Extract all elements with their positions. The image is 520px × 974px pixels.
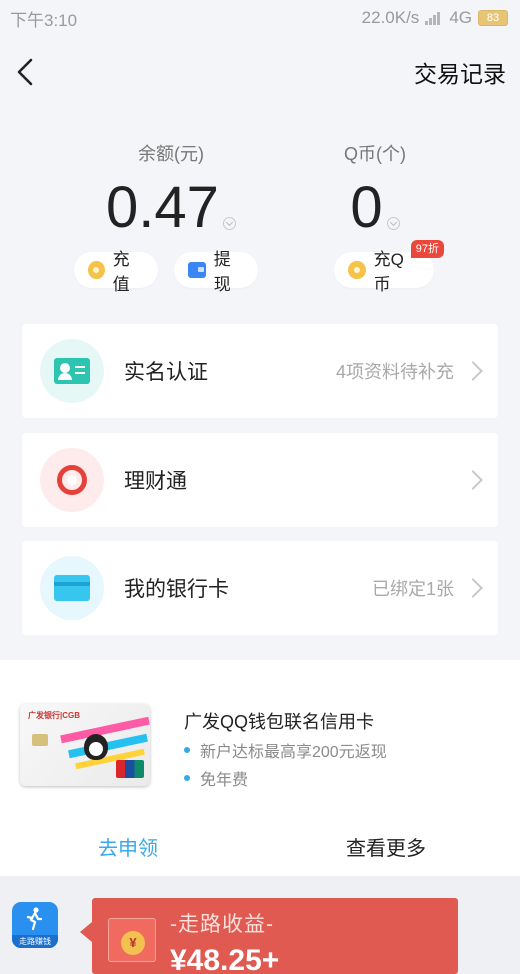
chevron-right-icon (463, 470, 483, 490)
qcoin-amount: 0 (350, 175, 383, 240)
signal-icon (425, 11, 443, 25)
menu-item-wealth[interactable]: 理财通 (22, 433, 498, 527)
promo-bullet-text: 新户达标最高享200元返现 (200, 744, 387, 761)
menu-item-hint: 4项资料待补充 (335, 362, 454, 382)
coin-icon (348, 261, 366, 279)
chevron-left-icon[interactable] (10, 52, 40, 92)
network-type: 4G (449, 8, 472, 27)
battery-icon: 83 (478, 10, 508, 26)
balance-value[interactable]: 0.47 (106, 178, 236, 238)
discount-badge: 97折 (410, 240, 444, 258)
coin-icon (88, 261, 105, 279)
walk-app-label: 走路赚钱 (12, 935, 58, 948)
menu-item-label: 理财通 (124, 470, 187, 493)
recharge-qcoin-button[interactable]: 充Q币 97折 (334, 240, 444, 294)
unionpay-logo (116, 760, 144, 778)
walk-earnings-strip: 走路赚钱 ¥ -走路收益- ¥48.25+ (0, 876, 520, 974)
id-card-icon (54, 358, 90, 384)
id-card-icon-wrap (40, 339, 104, 403)
nav-bar: 交易记录 (0, 46, 520, 98)
coin-icon: ¥ (121, 931, 145, 955)
card-chip (32, 734, 48, 746)
walk-earnings-amount: ¥48.25+ (170, 944, 280, 974)
promo-bullet: 免年费 (184, 766, 248, 790)
qcoin-column: Q币(个) 0 (320, 140, 430, 238)
menu-item-real-name[interactable]: 实名认证 4项资料待补充 (22, 324, 498, 418)
promo-bullet-text: 免年费 (200, 772, 249, 789)
menu-item-label: 我的银行卡 (124, 578, 229, 601)
qcoin-value[interactable]: 0 (350, 175, 400, 240)
recharge-button[interactable]: 充值 (74, 250, 158, 294)
chevron-down-icon (222, 217, 236, 230)
status-time: 下午3:10 (10, 10, 78, 30)
menu-item-hint: 已绑定1张 (371, 579, 454, 599)
wealth-icon (57, 465, 87, 495)
apply-button[interactable]: 去申领 (98, 832, 158, 861)
withdraw-button[interactable]: 提现 (174, 250, 258, 294)
balance-amount: 0.47 (106, 175, 219, 240)
see-more-button[interactable]: 查看更多 (346, 832, 426, 861)
chevron-down-icon (386, 217, 400, 230)
network-speed: 22.0K/s (361, 8, 420, 27)
menu-item-bank-cards[interactable]: 我的银行卡 已绑定1张 (22, 541, 498, 635)
menu-item-label: 实名认证 (124, 361, 208, 384)
red-envelope-icon: ¥ (108, 918, 156, 962)
qcoin-label: Q币(个) (344, 144, 406, 164)
runner-icon (26, 907, 42, 931)
transaction-records-link[interactable]: 交易记录 (414, 55, 506, 89)
balance-column: 余额(元) 0.47 (96, 140, 246, 238)
wallet-icon (188, 262, 206, 278)
bank-card-icon (54, 575, 90, 601)
card-bank-name: 广发银行|CGB (28, 711, 81, 720)
walk-earnings-banner[interactable]: ¥ -走路收益- ¥48.25+ (80, 898, 458, 974)
bullet-dot (184, 775, 190, 781)
credit-card-image[interactable]: 广发银行|CGB (20, 704, 150, 786)
balance-label: 余额(元) (138, 144, 204, 164)
promo-bullet: 新户达标最高享200元返现 (184, 738, 387, 762)
status-bar: 下午3:10 22.0K/s 4G 83 (0, 0, 520, 36)
balance-section: 余额(元) 0.47 Q币(个) 0 充值 提现 充Q币 97折 (0, 140, 520, 294)
chevron-right-icon (463, 361, 483, 381)
chevron-right-icon (463, 578, 483, 598)
promo-title: 广发QQ钱包联名信用卡 (184, 712, 375, 732)
walk-app-icon[interactable]: 走路赚钱 (12, 902, 58, 948)
penguin-icon (84, 734, 108, 760)
recharge-label: 充值 (112, 250, 130, 294)
withdraw-label: 提现 (213, 250, 231, 294)
wealth-icon-wrap (40, 448, 104, 512)
bullet-dot (184, 747, 190, 753)
bank-card-icon-wrap (40, 556, 104, 620)
credit-card-promo: 广发银行|CGB 广发QQ钱包联名信用卡 新户达标最高享200元返现 免年费 去… (0, 660, 520, 876)
walk-earnings-title: -走路收益- (170, 913, 274, 936)
status-indicators: 22.0K/s 4G 83 (362, 8, 508, 28)
